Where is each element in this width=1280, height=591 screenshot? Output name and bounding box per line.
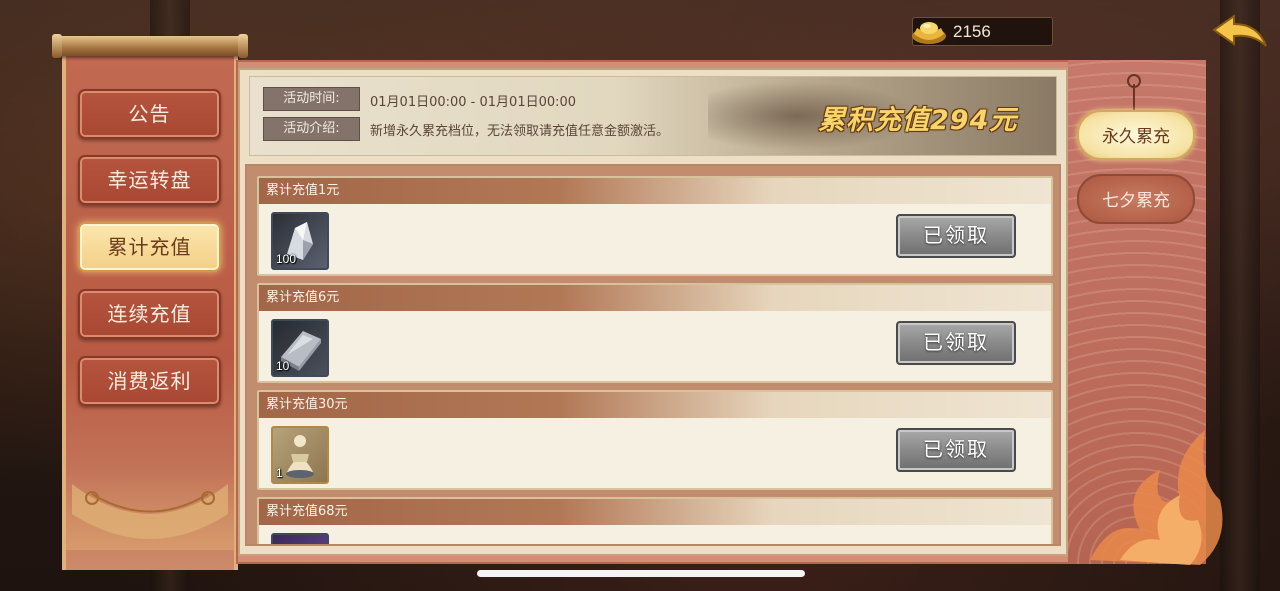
tab-continuous-recharge[interactable]: 连续充值 [78, 289, 221, 339]
back-arrow-icon[interactable] [1210, 12, 1270, 52]
tab-spending-rebate[interactable]: 消费返利 [78, 356, 221, 406]
event-time-label: 活动时间: [263, 87, 360, 111]
reward-row: 累计充值30元 1 已领取 [257, 390, 1053, 490]
reward-title: 累计充值6元 [259, 285, 1051, 311]
item-count: 1 [276, 466, 283, 480]
reward-body: 1 已领取 [259, 418, 1051, 488]
warrior-figure-icon[interactable]: 1 [271, 426, 329, 484]
event-time-value: 01月01日00:00 - 01月01日00:00 [370, 95, 577, 110]
item-count: 100 [276, 252, 297, 266]
event-intro-value: 新增永久累充档位，无法领取请充值任意金额激活。 [370, 124, 670, 139]
scroll-rod [52, 34, 248, 58]
silver-ingot-icon[interactable]: 10 [271, 319, 329, 377]
claimed-button[interactable]: 已领取 [896, 321, 1016, 365]
reward-row: 累计充值1元 100 已领取 [257, 176, 1053, 276]
reward-title: 累计充值30元 [259, 392, 1051, 418]
tab-cumulative-recharge[interactable]: 累计充值 [78, 222, 221, 272]
tab-announcement[interactable]: 公告 [78, 89, 221, 139]
tab-lucky-wheel[interactable]: 幸运转盘 [78, 155, 221, 205]
reward-row: 累计充值6元 10 已领取 [257, 283, 1053, 383]
scroll-emblem-icon [72, 484, 228, 539]
tab-permanent-recharge[interactable]: 永久累充 [1077, 110, 1195, 160]
reward-list[interactable]: 累计充值1元 100 已领取 累计充值6元 10 已领取 累计充值30元 1 已… [245, 164, 1061, 546]
crystal-ore-icon[interactable]: 100 [271, 212, 329, 270]
flame-decor-icon [1090, 430, 1223, 565]
reward-body: 10 已领取 [259, 311, 1051, 381]
reward-title: 累计充值1元 [259, 178, 1051, 204]
claimed-button[interactable]: 已领取 [896, 428, 1016, 472]
reward-row: 累计充值68元 [257, 497, 1053, 544]
item-slot-partial[interactable] [271, 533, 329, 544]
claimed-button[interactable]: 已领取 [896, 214, 1016, 258]
cumulative-total: 累积充值294元 [818, 105, 1018, 136]
event-intro-label: 活动介绍: [263, 117, 360, 141]
currency-amount: 2156 [953, 22, 991, 41]
home-indicator[interactable] [477, 570, 805, 577]
currency-display: 2156 [912, 17, 1053, 46]
reward-body: 100 已领取 [259, 204, 1051, 274]
reward-title: 累计充值68元 [259, 499, 1051, 525]
tab-qixi-recharge[interactable]: 七夕累充 [1077, 174, 1195, 224]
gold-ingot-icon [912, 22, 946, 44]
reward-body [259, 525, 1051, 544]
item-count: 10 [276, 359, 290, 373]
